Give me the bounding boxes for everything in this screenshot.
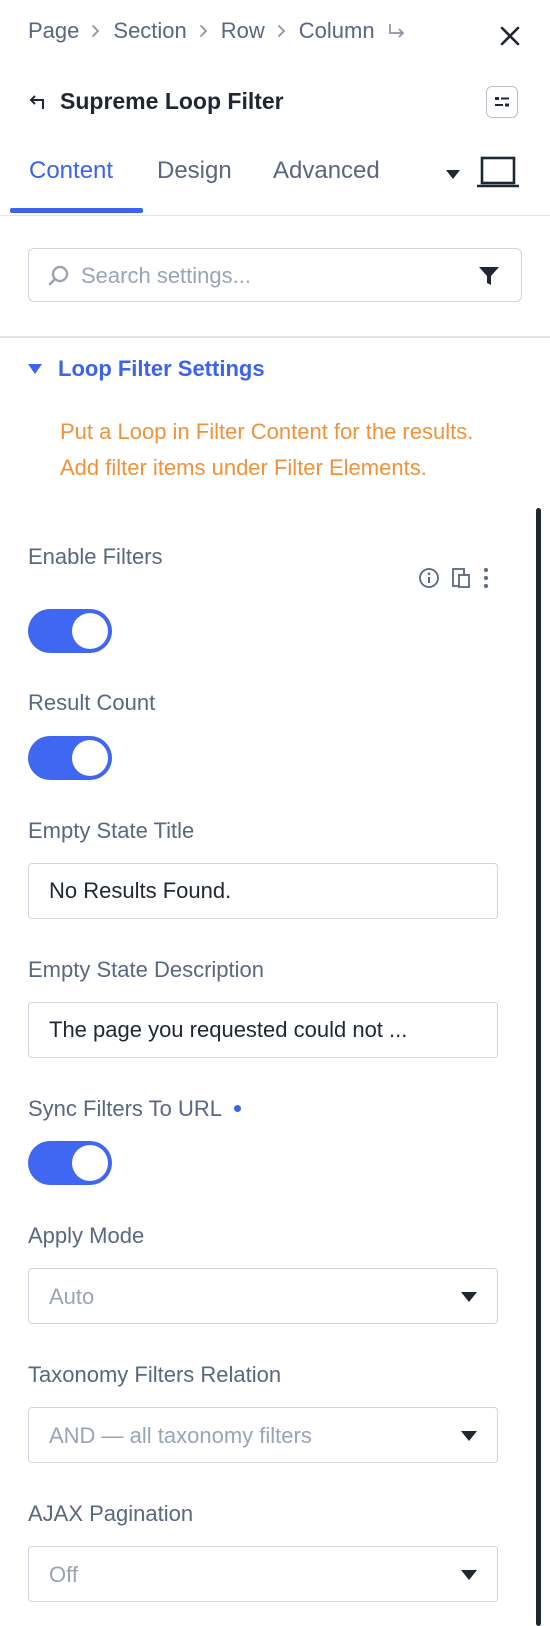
active-tab-indicator <box>10 208 143 213</box>
taxonomy-relation-label: Taxonomy Filters Relation <box>28 1362 282 1387</box>
caret-down-icon <box>461 1429 477 1447</box>
tab-design[interactable]: Design <box>157 157 232 185</box>
empty-state-title-label: Empty State Title <box>28 818 195 843</box>
chevron-right-icon <box>199 24 209 38</box>
apply-mode-value: Auto <box>49 1284 95 1309</box>
close-icon <box>500 26 520 46</box>
caret-down-icon[interactable] <box>446 167 460 185</box>
ajax-pagination-label: AJAX Pagination <box>28 1501 194 1526</box>
breadcrumb-row[interactable]: Row <box>221 18 265 44</box>
filter-icon[interactable] <box>477 264 501 293</box>
divider <box>0 336 550 338</box>
tab-content[interactable]: Content <box>29 157 113 185</box>
enable-filters-toggle[interactable] <box>28 609 112 653</box>
layout-icon <box>495 97 509 107</box>
caret-down-icon <box>461 1568 477 1586</box>
enter-arrow-icon[interactable] <box>387 22 407 40</box>
search-input[interactable] <box>79 257 463 295</box>
sync-filters-label-text: Sync Filters To URL <box>28 1096 222 1121</box>
ajax-pagination-select[interactable]: Off <box>28 1546 498 1602</box>
responsive-icon[interactable] <box>450 567 472 589</box>
layout-toggle-button[interactable] <box>486 86 518 118</box>
scrollbar[interactable] <box>536 508 541 1626</box>
ajax-pagination-value: Off <box>49 1562 78 1587</box>
panel-header: Supreme Loop Filter <box>28 88 284 115</box>
breadcrumb-section[interactable]: Section <box>113 18 186 44</box>
field-actions <box>418 567 500 589</box>
empty-state-description-input[interactable]: The page you requested could not ... <box>28 1002 498 1058</box>
tab-advanced[interactable]: Advanced <box>273 157 380 185</box>
search-icon <box>47 264 71 293</box>
enable-filters-label: Enable Filters <box>28 544 163 569</box>
modified-indicator <box>233 1104 241 1112</box>
tab-bar: Content Design Advanced <box>0 145 550 216</box>
section-notice: Put a Loop in Filter Content for the res… <box>60 419 474 480</box>
taxonomy-relation-value: AND — all taxonomy filters <box>49 1423 312 1448</box>
laptop-icon[interactable] <box>476 155 520 196</box>
sync-filters-toggle[interactable] <box>28 1141 112 1185</box>
back-arrow-icon[interactable] <box>28 93 46 111</box>
result-count-toggle[interactable] <box>28 736 112 780</box>
section-title: Loop Filter Settings <box>58 356 265 381</box>
more-vertical-icon[interactable] <box>482 567 490 589</box>
breadcrumb-column[interactable]: Column <box>299 18 375 44</box>
chevron-right-icon <box>277 24 287 38</box>
empty-state-title-input[interactable]: No Results Found. <box>28 863 498 919</box>
info-icon[interactable] <box>418 567 440 589</box>
apply-mode-label: Apply Mode <box>28 1223 145 1248</box>
breadcrumb: Page Section Row Column <box>28 18 407 44</box>
taxonomy-relation-select[interactable]: AND — all taxonomy filters <box>28 1407 498 1463</box>
chevron-right-icon <box>91 24 101 38</box>
result-count-label: Result Count <box>28 690 156 715</box>
close-button[interactable] <box>496 22 524 50</box>
toggle-knob <box>72 1145 108 1181</box>
section-toggle[interactable]: Loop Filter Settings <box>28 356 265 382</box>
breadcrumb-page[interactable]: Page <box>28 18 79 44</box>
apply-mode-select[interactable]: Auto <box>28 1268 498 1324</box>
toggle-knob <box>72 740 108 776</box>
sync-filters-label: Sync Filters To URL <box>28 1096 241 1122</box>
panel-title: Supreme Loop Filter <box>60 88 284 114</box>
caret-down-icon <box>28 363 42 375</box>
empty-state-description-label: Empty State Description <box>28 957 264 982</box>
toggle-knob <box>72 613 108 649</box>
caret-down-icon <box>461 1290 477 1308</box>
settings-search <box>28 248 522 302</box>
